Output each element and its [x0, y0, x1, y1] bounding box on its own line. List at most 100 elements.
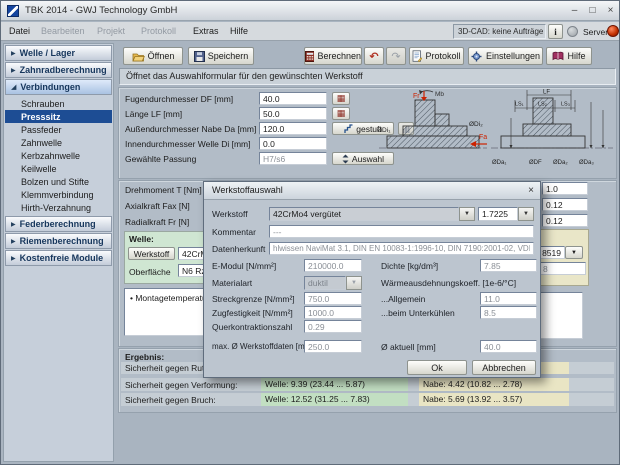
menu-hilfe[interactable]: Hilfe [230, 26, 248, 36]
zugfestigkeit-label: Zugfestigkeit [N/mm²] [212, 308, 293, 318]
label-da2: ØDa₂ [553, 160, 568, 166]
laenge-input[interactable] [259, 107, 327, 120]
sidebar-group-zahnradberechnung[interactable]: ▶ Zahnradberechnung [5, 62, 112, 78]
menu-datei[interactable]: Datei [9, 26, 30, 36]
emodul-label: E-Modul [N/mm²] [212, 261, 276, 271]
settings-button[interactable]: Einstellungen [468, 47, 543, 65]
group-label: Welle / Lager [20, 48, 75, 58]
label-di1: ØDi₁ [377, 127, 391, 134]
sidebar-group-welle-lager[interactable]: ▶ Welle / Lager [5, 45, 112, 61]
drehmoment-factor-input[interactable] [542, 182, 588, 195]
minimize-button[interactable]: – [567, 4, 582, 18]
cancel-button[interactable]: Abbrechen [472, 360, 536, 375]
streckgrenze-field [304, 292, 362, 305]
laenge-label: Länge LF [mm] [125, 109, 182, 119]
menu-protokoll: Protokoll [141, 26, 176, 36]
radialkraft-factor-input[interactable] [542, 214, 588, 227]
close-button[interactable]: × [603, 4, 618, 18]
sidebar-group-verbindungen[interactable]: ◢ Verbindungen [5, 79, 112, 95]
sidebar-item-bolzen-stifte[interactable]: Bolzen und Stifte [5, 175, 112, 188]
calculate-button[interactable]: Berechnen [304, 47, 362, 65]
undo-icon: ↶ [369, 50, 378, 63]
werkstoffnummer-combobox[interactable]: 1.7225 ▼ [478, 207, 534, 221]
result-verformung-label: Sicherheit gegen Verformung: [125, 380, 237, 390]
redo-icon: ↷ [391, 50, 400, 63]
help-button[interactable]: Hilfe [546, 47, 592, 65]
floppy-disk-icon [194, 51, 205, 62]
label-lf: LF [543, 90, 550, 96]
hint-bar: Öffnet das Auswahlformular für den gewün… [119, 68, 616, 85]
save-button[interactable]: Speichern [188, 47, 254, 65]
chevron-right-icon: ▶ [11, 255, 16, 262]
protocol-button[interactable]: Protokoll [409, 47, 464, 65]
sidebar-group-riemenberechnung[interactable]: ▶ Riemenberechnung [5, 233, 112, 249]
menu-projekt: Projekt [97, 26, 125, 36]
welle-werkstoff-button[interactable]: Werkstoff [128, 247, 175, 260]
sidebar-item-presssitz[interactable]: Presssitz [5, 110, 112, 123]
dichte-field [480, 259, 537, 272]
chevron-right-icon: ▶ [11, 67, 16, 74]
info-button[interactable]: i [548, 24, 563, 39]
allgemein-label: ...Allgemein [381, 294, 425, 304]
maximize-button[interactable]: □ [585, 4, 600, 18]
fugendurchmesser-label: Fugendurchmesser DF [mm] [125, 94, 233, 104]
sidebar-item-schrauben[interactable]: Schrauben [5, 97, 112, 110]
calc-lf-button[interactable]: ▦ [332, 107, 350, 120]
querkontraktion-field [304, 320, 362, 333]
technical-diagram: Mb Fr ØDi₁ ØDi₂ Fa LF LS₁ LS₂ LS₃ ØDa₁ Ø… [377, 88, 615, 176]
welle-group-title: Welle: [129, 234, 154, 244]
sidebar-item-klemmverbindung[interactable]: Klemmverbindung [5, 188, 112, 201]
innendurchmesser-input[interactable] [259, 137, 327, 150]
menu-extras[interactable]: Extras [193, 26, 219, 36]
title-bar[interactable]: TBK 2014 - GWJ Technology GmbH – □ × [1, 1, 619, 21]
dialog-title-bar[interactable]: Werkstoffauswahl [204, 182, 540, 200]
sidebar-item-keilwelle[interactable]: Keilwelle [5, 162, 112, 175]
sidebar-item-passfeder[interactable]: Passfeder [5, 123, 112, 136]
werkstoff-combobox[interactable]: 42CrMo4 vergütet ▼ [269, 207, 475, 221]
max-durchmesser-field [304, 340, 362, 353]
open-folder-icon [132, 51, 145, 62]
label-mb: Mb [435, 91, 444, 98]
axialkraft-factor-input[interactable] [542, 198, 588, 211]
werkstoffnummer-combo-value: 1.7225 [478, 207, 518, 221]
sidebar-item-kerbzahnwelle[interactable]: Kerbzahnwelle [5, 149, 112, 162]
ok-button[interactable]: Ok [407, 360, 467, 375]
kommentar-input[interactable] [269, 225, 534, 238]
result-bruch-nabe: Nabe: 5.69 (13.92 ... 3.57) [419, 393, 569, 406]
chevron-down-icon: ▼ [346, 276, 362, 290]
sidebar-group-federberechnung[interactable]: ▶ Federberechnung [5, 216, 112, 232]
chevron-right-icon: ▶ [11, 238, 16, 245]
cad-status-field: 3D-CAD: keine Aufträge [453, 24, 546, 39]
label-df: ØDF [529, 160, 542, 166]
group-label: Federberechnung [20, 219, 96, 229]
application-window: TBK 2014 - GWJ Technology GmbH – □ × Dat… [0, 0, 620, 465]
chevron-down-icon[interactable]: ▼ [459, 207, 475, 221]
chevron-down-icon[interactable]: ▼ [518, 207, 534, 221]
dialog-close-button[interactable]: × [524, 184, 538, 198]
fugendurchmesser-input[interactable] [259, 92, 327, 105]
nabe-combo-arrow-button[interactable]: ▼ [565, 246, 583, 259]
dichte-label: Dichte [kg/dm³] [381, 261, 438, 271]
label-ls1: LS₁ [515, 102, 524, 108]
aussendurchmesser-input[interactable] [259, 122, 327, 135]
emodul-field [304, 259, 362, 272]
undo-button[interactable]: ↶ [364, 47, 384, 65]
calc-df-button[interactable]: ▦ [332, 92, 350, 105]
aussendurchmesser-label: Außendurchmesser Nabe Da [mm] [125, 124, 256, 134]
label-da1: ØDa₁ [492, 160, 506, 166]
sidebar-item-hirth-verzahnung[interactable]: Hirth-Verzahnung [5, 201, 112, 214]
document-icon [412, 50, 422, 62]
sidebar-group-kostenfreie-module[interactable]: ▶ Kostenfreie Module [5, 250, 112, 266]
up-down-arrows-icon [342, 154, 349, 164]
unterkuehlen-field [480, 306, 537, 319]
open-button[interactable]: Öffnen [123, 47, 183, 65]
group-label: Zahnradberechnung [20, 65, 107, 75]
book-icon [552, 51, 564, 61]
label-fa: Fa [479, 134, 487, 141]
sidebar-item-zahnwelle[interactable]: Zahnwelle [5, 136, 112, 149]
radialkraft-label: Radialkraft Fr [N] [125, 217, 189, 227]
menu-bearbeiten: Bearbeiten [41, 26, 85, 36]
datenherkunft-label: Datenherkunft [212, 244, 265, 254]
label-di2: ØDi₂ [469, 121, 483, 128]
nabe-oberflaeche-field [539, 262, 586, 275]
